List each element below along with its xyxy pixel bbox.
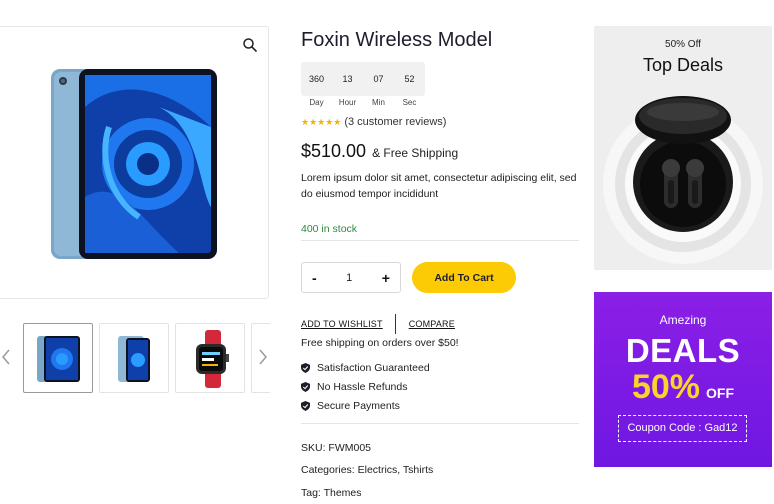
feature-item: Secure Payments (301, 396, 430, 415)
countdown-hours: 13 Hour (332, 62, 363, 107)
feature-label: Secure Payments (317, 399, 400, 412)
countdown-value: 07 (363, 62, 394, 96)
stock-status: 400 in stock (301, 223, 358, 235)
thumbnail-smartwatch[interactable] (175, 323, 245, 393)
search-icon[interactable] (242, 37, 258, 53)
reviews-link[interactable]: (3 customer reviews) (344, 116, 446, 128)
banner-discount: 50% OFF (594, 368, 772, 407)
product-rating: ★★★★★ (3 customer reviews) (301, 116, 446, 128)
product-tag[interactable]: Tag: Themes (301, 487, 362, 499)
compare-link[interactable]: COMPARE (409, 319, 455, 329)
thumbnail-tablet-side[interactable] (99, 323, 169, 393)
tablet-thumbnail-image (37, 336, 80, 382)
product-title: Foxin Wireless Model (301, 29, 493, 51)
chevron-right-icon[interactable] (257, 348, 269, 366)
shield-check-icon (301, 381, 310, 392)
product-description: Lorem ipsum dolor sit amet, consectetur … (301, 172, 577, 200)
countdown-label: Sec (402, 98, 417, 107)
top-deals-banner[interactable]: 50% Off Top Deals (594, 26, 772, 270)
earbuds-case-image (603, 96, 763, 264)
smartwatch-thumbnail-image (196, 330, 229, 388)
main-product-image[interactable] (0, 26, 269, 299)
star-rating-icon: ★★★★★ (301, 116, 342, 127)
feature-item: No Hassle Refunds (301, 377, 430, 396)
thumbnail-tablet-front[interactable] (23, 323, 93, 393)
price-row: $510.00 & Free Shipping (301, 141, 458, 162)
divider (301, 240, 579, 241)
feature-list: Satisfaction Guaranteed No Hassle Refund… (301, 358, 430, 415)
banner-discount-label: 50% Off (665, 39, 701, 50)
product-price: $510.00 (301, 141, 367, 161)
product-sku: SKU: FWM005 (301, 442, 372, 454)
feature-label: No Hassle Refunds (317, 380, 408, 393)
countdown-value: 360 (301, 62, 332, 96)
feature-item: Satisfaction Guaranteed (301, 358, 430, 377)
countdown-label: Day (309, 98, 324, 107)
shield-check-icon (301, 362, 310, 373)
product-categories[interactable]: Categories: Electrics, Tshirts (301, 464, 433, 476)
countdown-label: Hour (338, 98, 357, 107)
coupon-code[interactable]: Coupon Code : Gad12 (618, 415, 747, 442)
add-to-wishlist-link[interactable]: ADD TO WISHLIST (301, 319, 383, 329)
product-actions: ADD TO WISHLIST COMPARE (301, 314, 455, 334)
banner-headline: DEALS (625, 332, 741, 369)
countdown-value: 52 (394, 62, 425, 96)
countdown-minutes: 07 Min (363, 62, 394, 107)
deals-banner[interactable]: Amezing DEALS 50% OFF Coupon Code : Gad1… (594, 292, 772, 467)
add-to-cart-button[interactable]: Add To Cart (412, 262, 516, 293)
banner-percent: 50% (631, 368, 701, 406)
shipping-note: & Free Shipping (372, 146, 459, 160)
banner-off: OFF (706, 385, 735, 401)
feature-label: Satisfaction Guaranteed (317, 361, 430, 374)
banner-title: Top Deals (642, 55, 724, 75)
countdown-timer: 360 Day 13 Hour 07 Min 52 Sec (301, 62, 425, 107)
chevron-left-icon[interactable] (0, 348, 12, 366)
shield-check-icon (301, 400, 310, 411)
countdown-label: Min (372, 98, 385, 107)
countdown-value: 13 (332, 62, 363, 96)
quantity-decrease-button[interactable]: - (312, 270, 317, 286)
countdown-days: 360 Day (301, 62, 332, 107)
quantity-increase-button[interactable]: + (382, 270, 390, 286)
banner-subtitle: Amezing (659, 313, 707, 327)
link-separator (394, 314, 396, 334)
tablet-side-thumbnail-image (118, 336, 150, 382)
divider (301, 423, 579, 424)
tablet-image (51, 69, 217, 259)
free-shipping-note: Free shipping on orders over $50! (301, 337, 459, 349)
thumbnail-strip (0, 322, 271, 394)
quantity-value[interactable]: 1 (346, 272, 352, 284)
countdown-seconds: 52 Sec (394, 62, 425, 107)
quantity-stepper: - 1 + (301, 262, 401, 293)
